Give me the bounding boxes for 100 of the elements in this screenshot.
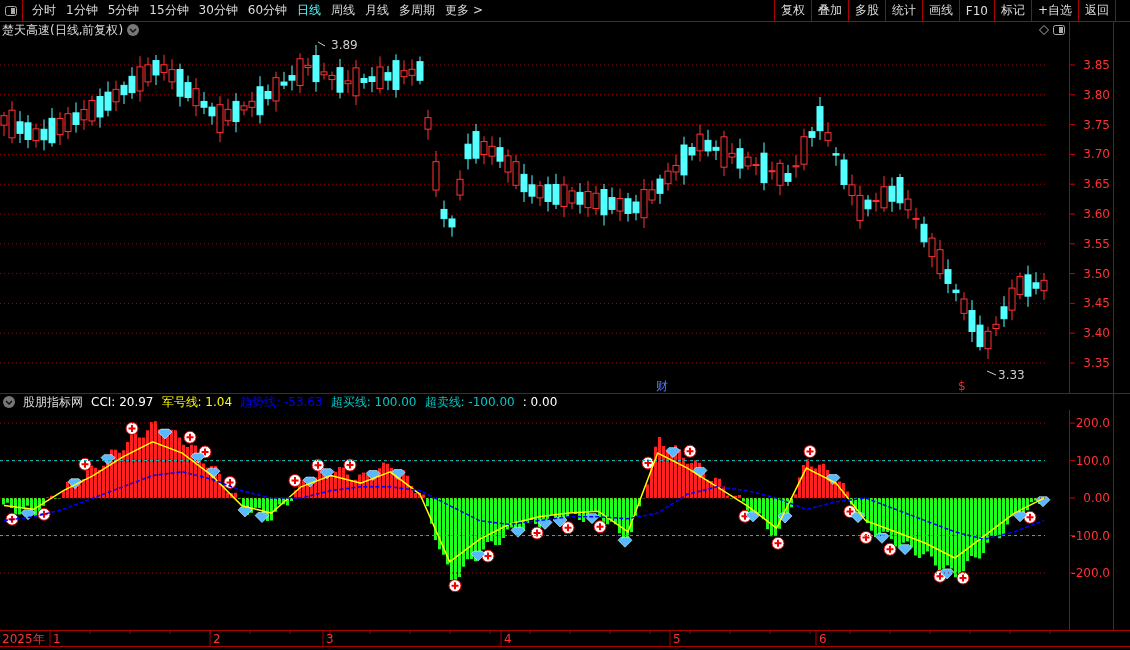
- plus-circle-icon: [78, 457, 92, 471]
- price-axis-label: 3.55: [1083, 236, 1110, 251]
- period-tab[interactable]: 5分钟: [102, 0, 145, 21]
- date-label: 6: [819, 632, 827, 646]
- dollar-marker[interactable]: $: [958, 379, 966, 392]
- diamond-icon: [1012, 511, 1028, 523]
- plus-circle-icon: [771, 536, 785, 550]
- diamond-icon: [897, 544, 913, 555]
- toolbar-button[interactable]: 返回: [1078, 0, 1115, 21]
- date-label: 2: [213, 632, 221, 646]
- diamond-icon: [745, 511, 761, 523]
- diamond-icon: [939, 568, 955, 580]
- diamond-icon: [777, 512, 793, 524]
- plus-circle-icon: [5, 512, 19, 526]
- date-label: 2025年: [2, 632, 45, 646]
- plus-circle-icon: [803, 445, 817, 459]
- diamond-icon: [537, 519, 553, 530]
- period-tab[interactable]: 1分钟: [61, 0, 103, 21]
- price-axis-label: 3.75: [1083, 117, 1110, 132]
- legend-text: 趋势线: -53.63: [240, 393, 323, 411]
- diamond-icon: [1035, 496, 1051, 508]
- plus-circle-icon: [343, 458, 357, 472]
- date-label: 1: [53, 632, 61, 646]
- indicator-axis-label: -100.0: [1071, 528, 1110, 543]
- legend-text: 军号线: 1.04: [161, 393, 233, 411]
- diamond-icon: [254, 512, 270, 523]
- diamond-icon: [552, 516, 568, 528]
- indicator-name: 股朋指标网: [23, 393, 83, 411]
- date-label: 4: [504, 632, 512, 646]
- date-label: 5: [673, 632, 681, 646]
- period-tab[interactable]: 60分钟: [242, 0, 293, 21]
- diamond-outline-icon[interactable]: [1039, 25, 1049, 35]
- dropdown-icon[interactable]: [3, 396, 15, 408]
- stock-title: 楚天高速(日线,前复权): [2, 21, 124, 39]
- plus-circle-icon: [683, 444, 697, 458]
- plus-circle-icon: [641, 456, 655, 470]
- low-price-label: 3.33: [986, 368, 1025, 382]
- diamond-icon: [470, 550, 486, 562]
- plus-circle-icon: [593, 520, 607, 534]
- price-axis-label: 3.50: [1083, 266, 1110, 281]
- diamond-icon: [20, 509, 36, 521]
- panel-toggle-icon[interactable]: [1053, 25, 1065, 35]
- price-axis-label: 3.40: [1083, 326, 1110, 341]
- diamond-icon: [850, 512, 866, 523]
- diamond-icon: [692, 467, 708, 478]
- diamond-icon: [874, 533, 890, 544]
- toolbar-button[interactable]: F10: [958, 0, 994, 21]
- toolbar-button[interactable]: 复权: [773, 0, 811, 21]
- period-tab[interactable]: 分时: [27, 0, 61, 21]
- price-axis-label: 3.35: [1083, 356, 1110, 370]
- diamond-icon: [510, 527, 526, 538]
- diamond-icon: [584, 513, 600, 524]
- period-tab[interactable]: 30分钟: [193, 0, 243, 21]
- diamond-icon: [67, 478, 83, 490]
- diamond-icon: [302, 476, 318, 488]
- price-axis-label: 3.45: [1083, 296, 1110, 311]
- toolbar-button[interactable]: 叠加: [810, 0, 848, 21]
- plus-circle-icon: [288, 474, 302, 487]
- price-axis-label: 3.60: [1083, 207, 1110, 221]
- diamond-icon: [100, 454, 116, 465]
- diamond-icon: [390, 469, 406, 480]
- panel-toggle-icon[interactable]: [5, 5, 17, 16]
- legend-text: 超卖线: -100.00: [424, 393, 515, 411]
- indicator-axis-label: 200.0: [1075, 416, 1110, 431]
- period-tab[interactable]: 更多 >: [440, 0, 488, 21]
- date-label: 3: [326, 632, 334, 646]
- finance-marker[interactable]: 财: [656, 379, 668, 392]
- diamond-icon: [319, 468, 335, 480]
- toolbar-button[interactable]: 多股: [847, 0, 885, 21]
- toolbar-button[interactable]: +自选: [1030, 0, 1078, 21]
- diamond-icon: [665, 447, 681, 458]
- toolbar-button[interactable]: 标记: [993, 0, 1031, 21]
- diamond-icon: [365, 470, 381, 481]
- indicator-axis-label: 100.0: [1075, 453, 1110, 468]
- diamond-icon: [157, 428, 173, 440]
- plus-circle-icon: [530, 526, 544, 540]
- plus-circle-icon: [37, 507, 51, 521]
- dropdown-icon[interactable]: [127, 24, 140, 36]
- toolbar-button[interactable]: 统计: [884, 0, 922, 21]
- price-axis-label: 3.85: [1083, 58, 1110, 72]
- indicator-axis-label: -200.0: [1071, 566, 1110, 581]
- high-price-label: 3.89: [317, 38, 358, 52]
- period-tab[interactable]: 15分钟: [144, 0, 194, 21]
- diamond-icon: [205, 467, 221, 479]
- indicator-axis-label: 0.00: [1083, 491, 1110, 506]
- toolbar-button[interactable]: 画线: [921, 0, 959, 21]
- legend-text: CCI: 20.97: [91, 395, 154, 409]
- period-tab[interactable]: 周线: [326, 0, 361, 21]
- legend-text: 超买线: 100.00: [330, 393, 417, 411]
- plus-circle-icon: [223, 475, 237, 489]
- price-axis-label: 3.80: [1083, 87, 1110, 102]
- period-tab[interactable]: 日线: [292, 0, 327, 21]
- period-tab[interactable]: 多周期: [394, 0, 441, 21]
- diamond-icon: [825, 474, 841, 485]
- period-tab[interactable]: 月线: [360, 0, 395, 21]
- plus-circle-icon: [183, 430, 197, 444]
- plus-circle-icon: [125, 422, 139, 435]
- price-axis-label: 3.65: [1083, 177, 1110, 192]
- plus-circle-icon: [883, 542, 897, 556]
- diamond-icon: [617, 536, 633, 548]
